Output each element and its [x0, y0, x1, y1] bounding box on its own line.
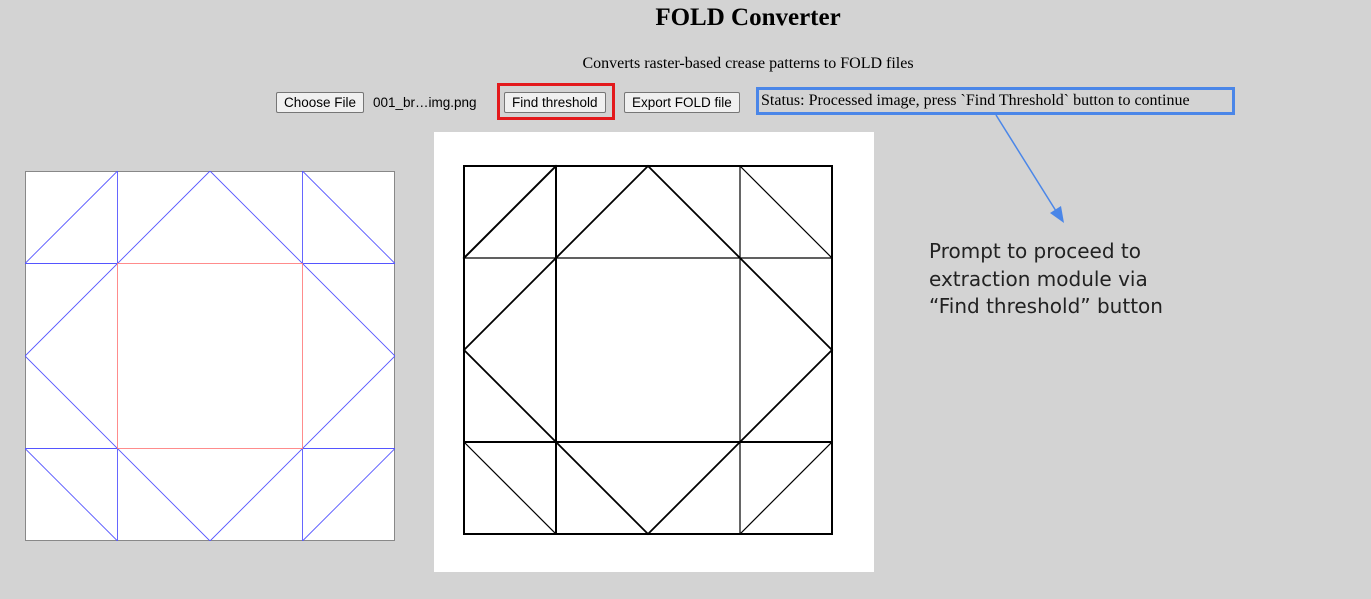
status-message: Status: Processed image, press `Find Thr…	[756, 87, 1235, 115]
callout-line: extraction module via	[929, 266, 1148, 291]
callout-text: Prompt to proceed to extraction module v…	[929, 238, 1163, 321]
callout-arrow	[995, 114, 1064, 223]
page-subtitle: Converts raster-based crease patterns to…	[582, 55, 914, 72]
choose-file-button[interactable]: Choose File	[276, 92, 365, 113]
find-threshold-highlight	[497, 83, 615, 120]
export-fold-button[interactable]: Export FOLD file	[624, 92, 740, 113]
callout-line: Prompt to proceed to	[929, 239, 1141, 263]
page-title: FOLD Converter	[655, 4, 841, 31]
crease-pattern-preview	[25, 171, 395, 541]
selected-file-name: 001_br…img.png	[373, 95, 477, 110]
callout-line: “Find threshold” button	[929, 294, 1163, 318]
source-raster-image	[434, 132, 874, 572]
